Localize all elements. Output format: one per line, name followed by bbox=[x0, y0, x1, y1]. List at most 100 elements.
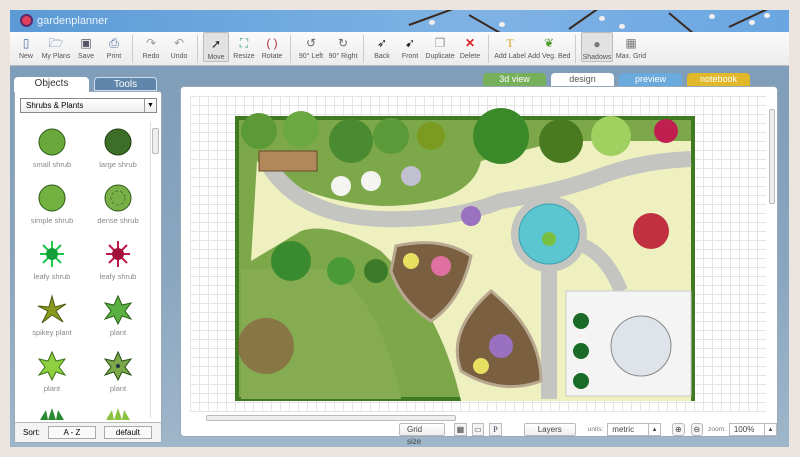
rotate-icon: ( ) bbox=[266, 36, 278, 50]
folder-icon: 🗁 bbox=[48, 36, 64, 50]
object-spikey-plant[interactable]: spikey plant bbox=[20, 294, 84, 337]
large-shrub-icon bbox=[104, 128, 132, 156]
objects-panel: Objects Tools Shrubs & Plants ▼ small shr… bbox=[14, 77, 162, 443]
tab-notebook[interactable]: notebook bbox=[687, 73, 750, 86]
delete-button[interactable]: ✕ Delete bbox=[457, 32, 483, 60]
object-list: small shrub large shrub simple shrub den… bbox=[20, 120, 150, 420]
grid-size-button[interactable]: Grid size bbox=[399, 422, 446, 446]
shadows-icon: ● bbox=[593, 37, 601, 51]
text-label-icon: T bbox=[506, 36, 514, 50]
rotate-button[interactable]: ( ) Rotate bbox=[259, 32, 285, 60]
tab-tools[interactable]: Tools bbox=[94, 77, 157, 91]
category-select[interactable]: Shrubs & Plants ▼ bbox=[20, 98, 157, 113]
duplicate-button[interactable]: ❐ Duplicate bbox=[425, 32, 455, 60]
view-tabs: 3d view design preview notebook bbox=[483, 73, 750, 87]
tab-objects[interactable]: Objects bbox=[14, 77, 89, 92]
tab-preview[interactable]: preview bbox=[619, 73, 682, 86]
zoom-label: zoom: bbox=[708, 425, 726, 433]
logo-flower-icon bbox=[20, 14, 33, 27]
dense-shrub-icon bbox=[104, 184, 132, 212]
rotate-right-icon: ↻ bbox=[337, 36, 349, 50]
canvas-bottom-bar: Grid size ▦ ▭ P Layers units: metric ▲ ⊕ … bbox=[181, 421, 777, 446]
resize-button[interactable]: ⛶ Resize bbox=[231, 32, 257, 60]
app-header: gardenplanner bbox=[10, 10, 789, 32]
app-logo: gardenplanner bbox=[20, 14, 108, 27]
tab-3d-view[interactable]: 3d view bbox=[483, 73, 546, 86]
new-file-icon: ▯ bbox=[22, 36, 30, 50]
sort-default-button[interactable]: default bbox=[103, 426, 152, 439]
plant-icon bbox=[37, 350, 67, 382]
units-value: metric bbox=[612, 424, 635, 434]
duplicate-icon: ❐ bbox=[434, 36, 446, 50]
grass-icon bbox=[40, 408, 64, 420]
add-label-button[interactable]: T Add Label bbox=[494, 32, 526, 60]
print-icon: ⎙ bbox=[109, 36, 119, 50]
design-canvas[interactable] bbox=[190, 96, 766, 412]
chevron-down-icon: ▼ bbox=[144, 99, 156, 112]
rotate-left-icon: ↺ bbox=[305, 36, 317, 50]
ruler-toggle-icon[interactable]: ▭ bbox=[471, 422, 485, 436]
design-canvas-panel: Grid size ▦ ▭ P Layers units: metric ▲ ⊕ … bbox=[180, 86, 778, 446]
new-button[interactable]: ▯ New bbox=[13, 32, 39, 60]
object-list-scrollbar[interactable] bbox=[150, 122, 159, 418]
rotate-90-right-button[interactable]: ↻ 90° Right bbox=[328, 32, 358, 60]
object-grass-2[interactable] bbox=[86, 406, 150, 420]
garden-planner-app: gardenplanner ▯ New 🗁 My Plans ▣ Save ⎙ Prin… bbox=[10, 10, 789, 447]
save-button[interactable]: ▣ Save bbox=[73, 32, 99, 60]
cursor-icon: ➚ bbox=[210, 37, 222, 51]
garden-plan bbox=[235, 108, 695, 401]
send-back-icon: ➶ bbox=[376, 36, 388, 50]
object-plant-1[interactable]: plant bbox=[86, 294, 150, 337]
object-plant-2[interactable]: plant bbox=[20, 350, 84, 393]
rotate-90-left-button[interactable]: ↺ 90° Left bbox=[296, 32, 326, 60]
leafy-shrub-green-icon bbox=[40, 241, 64, 267]
object-grass-1[interactable] bbox=[20, 406, 84, 420]
veg-bed-icon: ❦ bbox=[543, 36, 555, 50]
sort-a-z-button[interactable]: A - Z bbox=[47, 426, 96, 439]
object-plant-3[interactable]: plant bbox=[86, 350, 150, 393]
undo-icon: ↶ bbox=[173, 36, 185, 50]
bench bbox=[258, 150, 318, 172]
move-button[interactable]: ➚ Move bbox=[203, 32, 229, 62]
grid-toggle-icon[interactable]: ▦ bbox=[454, 422, 467, 436]
print-button[interactable]: ⎙ Print bbox=[101, 32, 127, 60]
object-dense-shrub[interactable]: dense shrub bbox=[86, 182, 150, 225]
bring-front-icon: ➹ bbox=[404, 36, 416, 50]
sort-label: Sort: bbox=[23, 428, 40, 437]
canvas-vertical-scrollbar[interactable] bbox=[768, 101, 776, 413]
chevron-up-icon: ▲ bbox=[763, 423, 776, 435]
zoom-value: 100% bbox=[733, 424, 755, 434]
units-select[interactable]: metric ▲ bbox=[607, 422, 662, 436]
bring-front-button[interactable]: ➹ Front bbox=[397, 32, 423, 60]
tab-design[interactable]: design bbox=[551, 73, 614, 87]
my-plans-button[interactable]: 🗁 My Plans bbox=[41, 32, 71, 60]
add-veg-bed-button[interactable]: ❦ Add Veg. Bed bbox=[528, 32, 571, 60]
sort-bar: Sort: A - Z default bbox=[15, 422, 161, 442]
shadows-toggle[interactable]: ● Shadows bbox=[581, 32, 613, 62]
object-leafy-shrub-red[interactable]: leafy shrub bbox=[86, 238, 150, 281]
zoom-in-icon[interactable]: ⊕ bbox=[672, 422, 685, 436]
toolbar: ▯ New 🗁 My Plans ▣ Save ⎙ Print ↷ Redo ↶ Undo … bbox=[10, 32, 789, 66]
p-toggle-button[interactable]: P bbox=[489, 422, 502, 436]
redo-icon: ↷ bbox=[145, 36, 157, 50]
logo-text: gardenplanner bbox=[37, 14, 108, 27]
category-value: Shrubs & Plants bbox=[26, 101, 84, 110]
object-leafy-shrub-green[interactable]: leafy shrub bbox=[20, 238, 84, 281]
leafy-shrub-red-icon bbox=[106, 241, 130, 267]
simple-shrub-icon bbox=[38, 184, 66, 212]
max-grid-button[interactable]: ▦ Max. Grid bbox=[615, 32, 647, 60]
spikey-plant-icon bbox=[37, 294, 67, 324]
zoom-out-icon[interactable]: ⊖ bbox=[690, 422, 704, 436]
resize-icon: ⛶ bbox=[239, 36, 249, 50]
object-small-shrub[interactable]: small shrub bbox=[20, 126, 84, 169]
delete-icon: ✕ bbox=[464, 36, 476, 50]
save-icon: ▣ bbox=[80, 36, 92, 50]
undo-button[interactable]: ↶ Undo bbox=[166, 32, 192, 60]
object-simple-shrub[interactable]: simple shrub bbox=[20, 182, 84, 225]
layers-button[interactable]: Layers bbox=[523, 422, 576, 436]
redo-button[interactable]: ↷ Redo bbox=[138, 32, 164, 60]
send-back-button[interactable]: ➶ Back bbox=[369, 32, 395, 60]
object-large-shrub[interactable]: large shrub bbox=[86, 126, 150, 169]
zoom-select[interactable]: 100% ▲ bbox=[728, 422, 777, 436]
header-blossom-image bbox=[369, 10, 789, 32]
